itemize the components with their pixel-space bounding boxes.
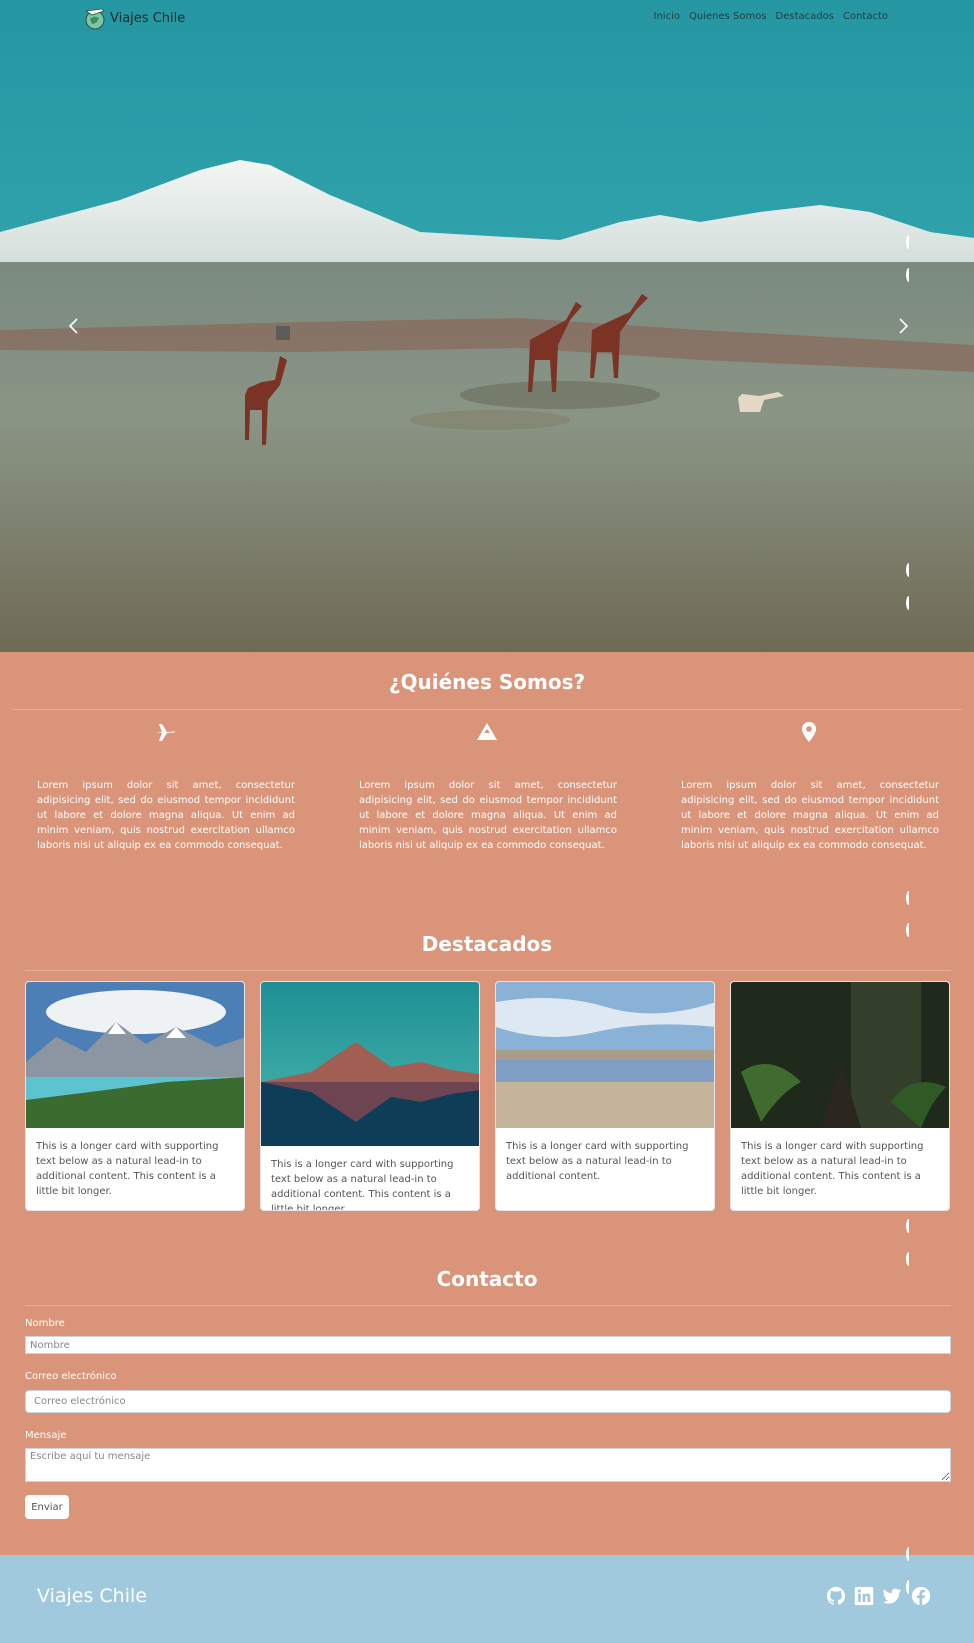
nav-links: Inicio Quienes Somos Destacados Contacto (654, 11, 888, 22)
about-text: Lorem ipsum dolor sit amet, consectetur … (359, 780, 617, 851)
featured-divider (25, 970, 951, 971)
about-text: Lorem ipsum dolor sit amet, consectetur … (681, 780, 939, 851)
side-dot (906, 596, 912, 610)
side-dot (906, 1547, 912, 1561)
side-dot (906, 923, 912, 937)
card-text: This is a longer card with supporting te… (271, 1159, 454, 1211)
featured-card[interactable]: This is a longer card with supporting te… (495, 981, 715, 1211)
side-dot (906, 268, 912, 282)
name-input[interactable] (25, 1336, 951, 1354)
linkedin-icon[interactable] (853, 1585, 875, 1607)
contact-title: Contacto (436, 1267, 538, 1291)
navbar: Viajes Chile Inicio Quienes Somos Destac… (0, 0, 974, 36)
contact-divider (25, 1305, 951, 1306)
brand-name: Viajes Chile (110, 10, 186, 26)
nav-link-inicio[interactable]: Inicio (654, 11, 680, 22)
carousel-prev-icon[interactable] (66, 316, 82, 336)
facebook-icon[interactable] (910, 1585, 932, 1607)
card-image (731, 982, 949, 1128)
about-column: Lorem ipsum dolor sit amet, consectetur … (359, 778, 617, 853)
globe-plane-logo-icon (84, 8, 105, 30)
mountain-icon (477, 723, 497, 740)
submit-button[interactable]: Enviar (25, 1495, 69, 1519)
side-dot (906, 1252, 912, 1266)
card-text: This is a longer card with supporting te… (506, 1141, 689, 1182)
about-title: ¿Quiénes Somos? (388, 670, 586, 694)
nav-link-contacto[interactable]: Contacto (843, 11, 888, 22)
email-input[interactable] (25, 1390, 951, 1413)
nav-link-quienes-somos[interactable]: Quienes Somos (689, 11, 767, 22)
about-text: Lorem ipsum dolor sit amet, consectetur … (37, 780, 295, 851)
featured-card[interactable]: This is a longer card with supporting te… (730, 981, 950, 1211)
github-icon[interactable] (825, 1585, 847, 1607)
card-image (26, 982, 244, 1128)
about-column: Lorem ipsum dolor sit amet, consectetur … (681, 778, 939, 853)
featured-card[interactable]: This is a longer card with supporting te… (260, 981, 480, 1211)
card-image (496, 982, 714, 1128)
carousel-next-icon[interactable] (895, 316, 911, 336)
message-label: Mensaje (25, 1430, 67, 1441)
message-textarea[interactable] (25, 1448, 951, 1482)
brand-link[interactable]: Viajes Chile (82, 5, 185, 31)
airplane-icon (156, 724, 176, 741)
side-dot (906, 235, 912, 249)
location-pin-icon (802, 722, 816, 742)
about-column: Lorem ipsum dolor sit amet, consectetur … (37, 778, 295, 853)
about-divider (12, 709, 962, 710)
nav-link-destacados[interactable]: Destacados (776, 11, 834, 22)
card-text: This is a longer card with supporting te… (741, 1141, 924, 1197)
side-dot (906, 1219, 912, 1233)
side-dot (906, 1580, 912, 1594)
footer-brand: Viajes Chile (37, 1585, 147, 1607)
featured-title: Destacados (421, 932, 553, 956)
footer: Viajes Chile (0, 1555, 974, 1643)
email-label: Correo electrónico (25, 1371, 117, 1382)
card-image (261, 982, 479, 1146)
side-dot (906, 891, 912, 905)
twitter-icon[interactable] (881, 1585, 903, 1607)
featured-card[interactable]: This is a longer card with supporting te… (25, 981, 245, 1211)
side-dot (906, 563, 912, 577)
hero-image (0, 0, 974, 652)
name-label: Nombre (25, 1318, 65, 1329)
card-text: This is a longer card with supporting te… (36, 1141, 219, 1197)
hero-carousel (0, 0, 974, 652)
